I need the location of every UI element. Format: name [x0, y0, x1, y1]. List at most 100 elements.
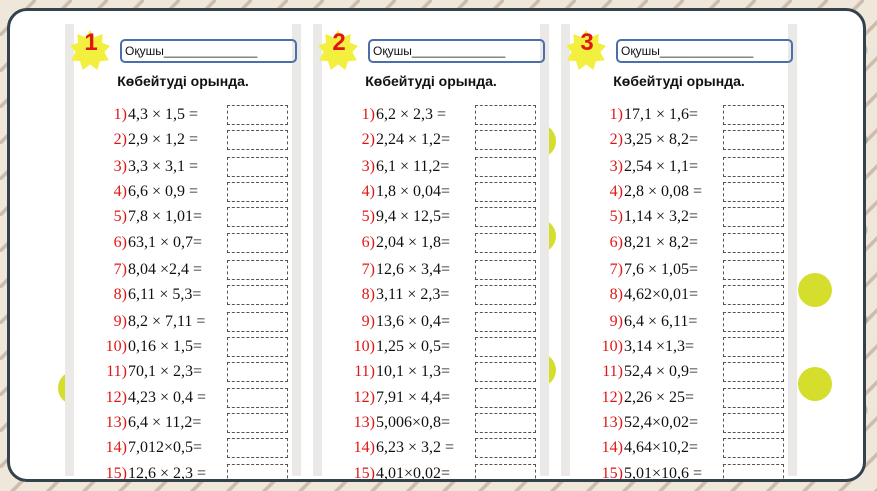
answer-box[interactable]: [723, 130, 784, 150]
answer-box[interactable]: [723, 464, 784, 479]
exercise-number: 3): [609, 158, 623, 175]
exercise-number: 13): [353, 414, 375, 431]
answer-box[interactable]: [227, 464, 288, 479]
exercise-expression: 4,01×0,02=: [376, 465, 451, 482]
exercise-row: 5) 7,8 × 1,01=: [74, 207, 292, 229]
exercise-row: 13) 52,4×0,02=: [570, 413, 788, 435]
exercise-expression: 13,6 × 0,4=: [376, 313, 451, 330]
answer-box[interactable]: [723, 388, 784, 408]
answer-box[interactable]: [475, 157, 536, 177]
exercise-row: 3) 6,1 × 11,2=: [322, 157, 540, 179]
answer-box[interactable]: [475, 464, 536, 479]
exercise-expression: 8,21 × 8,2=: [624, 234, 699, 251]
answer-box[interactable]: [227, 362, 288, 382]
exercise-number: 14): [105, 439, 127, 456]
exercise-row: 2) 3,25 × 8,2=: [570, 130, 788, 152]
exercise-expression: 1,8 × 0,04=: [376, 183, 451, 200]
exercise-number: 4): [113, 183, 127, 200]
answer-box[interactable]: [475, 362, 536, 382]
exercise-expression: 10,1 × 1,3=: [376, 363, 451, 380]
answer-box[interactable]: [475, 337, 536, 357]
answer-box[interactable]: [475, 105, 536, 125]
exercise-expression: 52,4×0,02=: [624, 414, 699, 431]
answer-box[interactable]: [723, 362, 784, 382]
exercise-expression: 3,3 × 3,1 =: [128, 158, 199, 175]
student-name-field[interactable]: Оқушы______________: [120, 39, 297, 63]
answer-box[interactable]: [227, 388, 288, 408]
exercise-number: 8): [361, 286, 375, 303]
exercise-number: 9): [361, 313, 375, 330]
answer-box[interactable]: [723, 413, 784, 433]
exercise-expression: 17,1 × 1,6=: [624, 106, 699, 123]
worksheet-number: 2: [332, 29, 346, 56]
answer-box[interactable]: [227, 233, 288, 253]
exercise-number: 10): [105, 338, 127, 355]
answer-box[interactable]: [475, 182, 536, 202]
answer-box[interactable]: [475, 312, 536, 332]
exercise-row: 14) 6,23 × 3,2 =: [322, 438, 540, 460]
answer-box[interactable]: [227, 337, 288, 357]
answer-box[interactable]: [723, 438, 784, 458]
student-name-field[interactable]: Оқушы______________: [616, 39, 793, 63]
answer-box[interactable]: [475, 285, 536, 305]
answer-box[interactable]: [227, 413, 288, 433]
exercise-expression: 7,6 × 1,05=: [624, 261, 699, 278]
exercise-number: 14): [601, 439, 623, 456]
exercise-row: 7) 8,04 ×2,4 =: [74, 260, 292, 282]
answer-box[interactable]: [723, 337, 784, 357]
answer-box[interactable]: [723, 182, 784, 202]
answer-box[interactable]: [723, 157, 784, 177]
exercise-expression: 7,8 × 1,01=: [128, 208, 203, 225]
exercise-row: 11) 70,1 × 2,3=: [74, 362, 292, 384]
answer-box[interactable]: [475, 413, 536, 433]
answer-box[interactable]: [227, 157, 288, 177]
exercise-expression: 6,4 × 6,11=: [624, 313, 698, 330]
answer-box[interactable]: [723, 207, 784, 227]
exercise-expression: 6,4 × 11,2=: [128, 414, 202, 431]
exercise-row: 14) 7,012×0,5=: [74, 438, 292, 460]
answer-box[interactable]: [475, 438, 536, 458]
answer-box[interactable]: [227, 285, 288, 305]
exercise-expression: 6,6 × 0,9 =: [128, 183, 199, 200]
exercise-number: 8): [609, 286, 623, 303]
exercise-expression: 9,4 × 12,5=: [376, 208, 451, 225]
green-circle: [798, 273, 832, 307]
exercise-expression: 6,23 × 3,2 =: [376, 439, 455, 456]
exercise-number: 1): [361, 106, 375, 123]
worksheet-card: 2 Оқушы______________ Көбейтуді орында. 1) 6…: [313, 24, 549, 479]
answer-box[interactable]: [723, 285, 784, 305]
exercise-row: 1) 17,1 × 1,6=: [570, 105, 788, 127]
answer-box[interactable]: [723, 260, 784, 280]
answer-box[interactable]: [227, 312, 288, 332]
answer-box[interactable]: [227, 438, 288, 458]
exercise-row: 10) 0,16 × 1,5=: [74, 337, 292, 359]
answer-box[interactable]: [723, 105, 784, 125]
worksheet-number: 3: [580, 29, 594, 56]
exercise-row: 15) 4,01×0,02=: [322, 464, 540, 482]
answer-box[interactable]: [475, 233, 536, 253]
exercise-expression: 5,006×0,8=: [376, 414, 451, 431]
exercise-expression: 0,16 × 1,5=: [128, 338, 203, 355]
green-circle: [798, 367, 832, 401]
answer-box[interactable]: [227, 130, 288, 150]
exercise-expression: 52,4 × 0,9=: [624, 363, 699, 380]
answer-box[interactable]: [723, 233, 784, 253]
answer-box[interactable]: [227, 207, 288, 227]
exercise-row: 6) 2,04 × 1,8=: [322, 233, 540, 255]
answer-box[interactable]: [475, 130, 536, 150]
exercise-expression: 4,64×10,2=: [624, 439, 699, 456]
student-name-field[interactable]: Оқушы______________: [368, 39, 545, 63]
exercise-expression: 2,54 × 1,1=: [624, 158, 699, 175]
answer-box[interactable]: [475, 260, 536, 280]
exercise-number: 10): [353, 338, 375, 355]
answer-box[interactable]: [475, 207, 536, 227]
exercise-number: 4): [609, 183, 623, 200]
answer-box[interactable]: [227, 260, 288, 280]
exercise-row: 2) 2,9 × 1,2 =: [74, 130, 292, 152]
answer-box[interactable]: [723, 312, 784, 332]
answer-box[interactable]: [475, 388, 536, 408]
answer-box[interactable]: [227, 105, 288, 125]
answer-box[interactable]: [227, 182, 288, 202]
exercise-row: 9) 6,4 × 6,11=: [570, 312, 788, 334]
exercise-expression: 4,23 × 0,4 =: [128, 389, 207, 406]
